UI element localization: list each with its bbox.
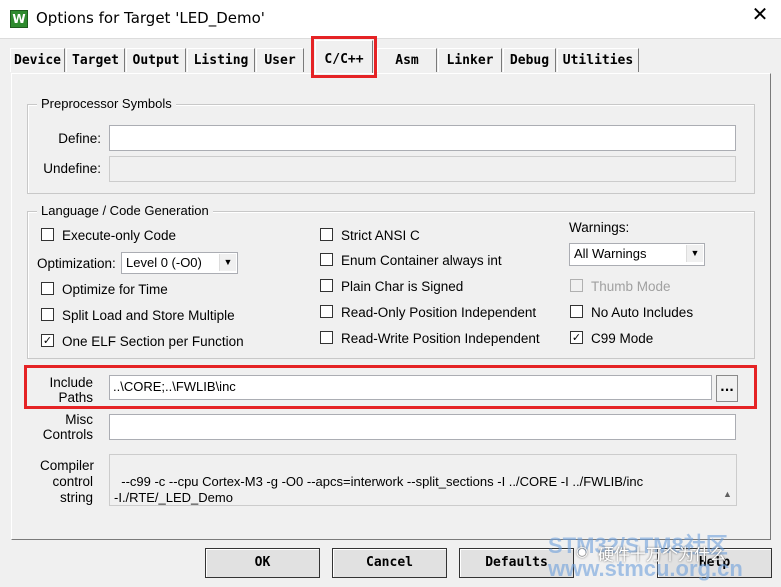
- misc-controls-input[interactable]: [109, 414, 736, 440]
- ok-button[interactable]: OK: [205, 548, 320, 578]
- plain-char-label: Plain Char is Signed: [341, 279, 464, 294]
- define-label: Define:: [58, 131, 101, 146]
- warnings-value: All Warnings: [574, 246, 647, 261]
- app-icon: W: [10, 10, 28, 28]
- preprocessor-group-title: Preprocessor Symbols: [37, 96, 176, 111]
- one-elf-label: One ELF Section per Function: [62, 334, 244, 349]
- title-bar: W Options for Target 'LED_Demo' ✕: [0, 0, 781, 38]
- compiler-control-text: --c99 -c --cpu Cortex-M3 -g -O0 --apcs=i…: [114, 474, 644, 505]
- compiler-scrollbar[interactable]: ▲ ▼: [719, 455, 736, 563]
- c99-mode-label: C99 Mode: [591, 331, 654, 346]
- tab-listing[interactable]: Listing: [187, 48, 255, 72]
- c99-mode-checkbox[interactable]: ✓: [570, 331, 583, 344]
- chevron-down-icon[interactable]: ▼: [219, 254, 236, 271]
- tab-output[interactable]: Output: [126, 48, 186, 72]
- strict-ansi-checkbox[interactable]: [320, 228, 333, 241]
- plain-char-checkbox[interactable]: [320, 279, 333, 292]
- optimization-select[interactable]: Level 0 (-O0) ▼: [121, 252, 238, 274]
- tab-target[interactable]: Target: [66, 48, 125, 72]
- strict-ansi-label: Strict ANSI C: [341, 228, 420, 243]
- define-input[interactable]: [109, 125, 736, 151]
- enum-container-checkbox[interactable]: [320, 253, 333, 266]
- no-auto-includes-checkbox[interactable]: [570, 305, 583, 318]
- scroll-up-icon[interactable]: ▲: [719, 487, 736, 501]
- ropi-label: Read-Only Position Independent: [341, 305, 537, 320]
- language-group-title: Language / Code Generation: [37, 203, 213, 218]
- undefine-input[interactable]: [109, 156, 736, 182]
- chevron-down-icon[interactable]: ▼: [686, 245, 703, 262]
- optimization-value: Level 0 (-O0): [126, 255, 202, 270]
- window-title: Options for Target 'LED_Demo': [36, 9, 265, 27]
- tab-utilities[interactable]: Utilities: [557, 48, 639, 72]
- optimize-time-label: Optimize for Time: [62, 282, 168, 297]
- misc-controls-label: Misc Controls: [40, 412, 93, 442]
- tab-device[interactable]: Device: [10, 48, 65, 72]
- split-load-label: Split Load and Store Multiple: [62, 308, 235, 323]
- rwpi-checkbox[interactable]: [320, 331, 333, 344]
- warnings-select[interactable]: All Warnings ▼: [569, 243, 705, 266]
- optimization-label: Optimization:: [37, 256, 116, 271]
- tab-asm[interactable]: Asm: [377, 48, 437, 72]
- compiler-label-line3: string: [59, 490, 93, 505]
- execute-only-label: Execute-only Code: [62, 228, 177, 243]
- ropi-checkbox[interactable]: [320, 305, 333, 318]
- split-load-checkbox[interactable]: [41, 308, 54, 321]
- misc-label-line2: Controls: [42, 427, 93, 442]
- optimize-time-checkbox[interactable]: [41, 282, 54, 295]
- compiler-label-line2: control: [52, 474, 93, 489]
- thumb-mode-label: Thumb Mode: [591, 279, 671, 294]
- enum-container-label: Enum Container always int: [341, 253, 502, 268]
- compiler-label-line1: Compiler: [40, 458, 95, 473]
- tab-linker[interactable]: Linker: [438, 48, 502, 72]
- no-auto-includes-label: No Auto Includes: [591, 305, 694, 320]
- tab-user[interactable]: User: [256, 48, 304, 72]
- undefine-label: Undefine:: [43, 161, 101, 176]
- warnings-label: Warnings:: [569, 220, 630, 235]
- watermark-url: www.stmcu.org.cn: [548, 556, 743, 581]
- misc-label-line1: Misc: [65, 412, 93, 427]
- compiler-control-string: --c99 -c --cpu Cortex-M3 -g -O0 --apcs=i…: [109, 454, 737, 563]
- tab-debug[interactable]: Debug: [503, 48, 556, 72]
- thumb-mode-checkbox[interactable]: [570, 279, 583, 292]
- cancel-button[interactable]: Cancel: [332, 548, 447, 578]
- execute-only-checkbox[interactable]: [41, 228, 54, 241]
- compiler-control-label: Compiler control string: [40, 458, 95, 506]
- one-elf-checkbox[interactable]: ✓: [41, 334, 54, 347]
- rwpi-label: Read-Write Position Independent: [341, 331, 540, 346]
- tab-highlight-box: [311, 36, 377, 78]
- include-highlight-box: [24, 365, 757, 409]
- close-icon[interactable]: ✕: [742, 2, 778, 34]
